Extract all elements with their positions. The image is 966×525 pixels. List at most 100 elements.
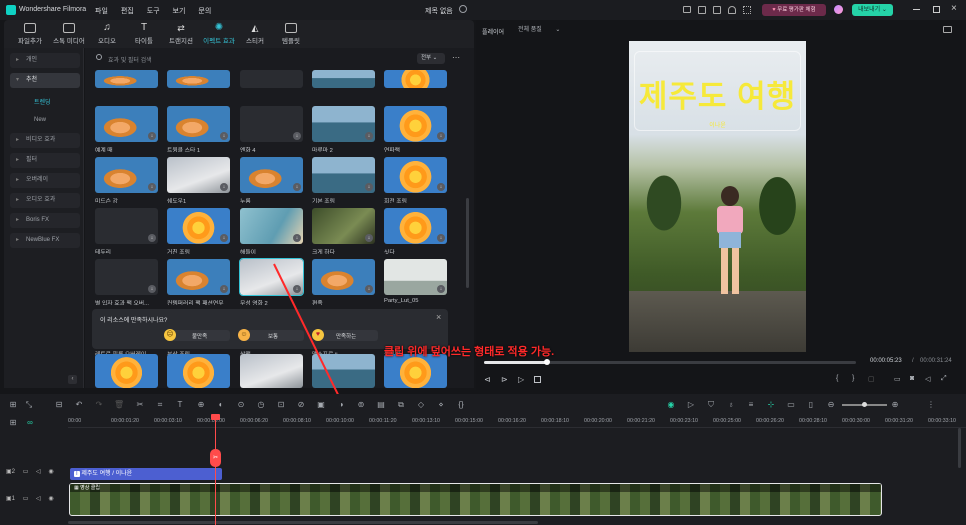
zoom-icon[interactable]: ⊕ xyxy=(196,400,206,410)
download-icon[interactable]: ↓ xyxy=(148,285,156,293)
undo-icon[interactable]: ↶ xyxy=(74,400,84,410)
sidebar-item-boris-fx[interactable]: ▸ Boris FX xyxy=(10,213,80,228)
effect-card[interactable]: ↓ 크게 하다 xyxy=(312,208,375,254)
effect-thumbnail[interactable]: ↓ xyxy=(95,106,158,142)
effect-card[interactable]: ↓ 쉐도우1 xyxy=(167,157,230,203)
zoom-out-icon[interactable]: ⊖ xyxy=(826,400,836,410)
download-icon[interactable]: ↓ xyxy=(293,132,301,140)
crop-icon[interactable]: ⌗ xyxy=(155,400,165,410)
effect-thumbnail[interactable] xyxy=(384,354,447,388)
freeze-icon[interactable]: ⊡ xyxy=(276,400,286,410)
effect-thumbnail[interactable] xyxy=(95,70,158,88)
color-icon[interactable]: ◐ xyxy=(216,400,226,410)
effect-card[interactable]: ↓ 싯다 xyxy=(384,208,447,254)
download-icon[interactable]: ↓ xyxy=(220,285,228,293)
effect-thumbnail[interactable]: ↓ xyxy=(240,106,303,142)
effect-card[interactable]: ↓ 예계 때 xyxy=(95,106,158,152)
effect-thumbnail[interactable]: ↓ xyxy=(167,106,230,142)
effect-card[interactable]: ↓ 연파랙 xyxy=(384,106,447,152)
effect-card[interactable]: ↓ 마루마 2 xyxy=(312,106,375,152)
download-icon[interactable]: ↓ xyxy=(148,132,156,140)
tab-import[interactable]: 파일추가 xyxy=(8,23,52,45)
effect-card[interactable]: ↓ Party_Lut_05 xyxy=(384,259,447,305)
effect-thumbnail[interactable]: ↓ xyxy=(240,157,303,193)
select-tool-icon[interactable]: ⤡ xyxy=(24,400,34,410)
playback-scrubber[interactable] xyxy=(484,359,856,365)
timeline-vscrollbar[interactable] xyxy=(958,428,961,468)
sidebar-item-filters[interactable]: ▸ 필터 xyxy=(10,153,80,168)
quality-dropdown[interactable]: 전체 품질 ⌄ xyxy=(518,25,576,36)
snap-icon[interactable]: ⊹ xyxy=(766,400,776,410)
effect-thumbnail[interactable]: ↓ xyxy=(240,208,303,244)
speaker-icon[interactable]: ◁ xyxy=(36,496,41,502)
effect-thumbnail[interactable]: ↓ xyxy=(384,106,447,142)
effect-thumbnail[interactable] xyxy=(384,70,447,88)
download-icon[interactable]: ↓ xyxy=(220,132,228,140)
effect-thumbnail[interactable]: ↓ xyxy=(167,157,230,193)
effect-thumbnail[interactable]: ↓ xyxy=(312,157,375,193)
download-icon[interactable]: ↓ xyxy=(220,234,228,242)
download-icon[interactable]: ↓ xyxy=(437,132,445,140)
split-scissors-icon[interactable]: ✂ xyxy=(135,400,145,410)
speaker-icon[interactable]: ◁ xyxy=(36,469,41,475)
effect-card[interactable]: ↓ 트윙클 스타 1 xyxy=(167,106,230,152)
effect-card[interactable]: ↓ 회전 조림 xyxy=(384,157,447,203)
effect-card[interactable]: ↓ 컨템퍼러리 팩 패션연무 xyxy=(167,259,230,305)
download-icon[interactable]: ↓ xyxy=(148,234,156,242)
headset-icon[interactable] xyxy=(728,6,736,14)
download-icon[interactable]: ↓ xyxy=(293,234,301,242)
tab-templates[interactable]: 템플릿 xyxy=(269,23,313,45)
effect-thumbnail[interactable]: ↓ xyxy=(312,106,375,142)
monitor-icon[interactable] xyxy=(683,6,691,13)
download-icon[interactable]: ↓ xyxy=(437,285,445,293)
eye-icon[interactable]: ◉ xyxy=(48,469,53,475)
effect-thumbnail[interactable]: ↓ xyxy=(167,259,230,295)
effect-thumbnail[interactable] xyxy=(95,354,158,388)
text-icon[interactable]: T xyxy=(175,400,185,410)
playhead-handle[interactable] xyxy=(211,414,220,420)
eye-icon[interactable]: ◉ xyxy=(48,496,53,502)
green-screen-icon[interactable]: ▣ xyxy=(316,400,326,410)
effect-card[interactable]: ↓ 테두리 xyxy=(95,208,158,254)
video-clip[interactable]: ▦ 영상 클립 xyxy=(69,483,882,516)
zoom-slider[interactable] xyxy=(842,402,887,407)
audio-sync-icon[interactable]: ⧉ xyxy=(396,400,406,410)
microphone-icon[interactable]: ♁ xyxy=(726,400,736,410)
effect-thumbnail[interactable]: ↓ xyxy=(167,208,230,244)
close-button[interactable]: × xyxy=(951,3,957,14)
free-trial-button[interactable]: ♥ 무료 평가판 체험 xyxy=(762,4,826,16)
split-track-icon[interactable]: ⊟ xyxy=(54,400,64,410)
bracket-icon[interactable]: {} xyxy=(456,400,466,410)
snapshot-icon[interactable] xyxy=(943,26,952,33)
effect-thumbnail[interactable] xyxy=(240,70,303,88)
effect-thumbnail[interactable]: ↓ xyxy=(384,157,447,193)
download-icon[interactable]: ↓ xyxy=(437,183,445,191)
sidebar-item-newblue-fx[interactable]: ▸ NewBlue FX xyxy=(10,233,80,248)
stop-icon[interactable] xyxy=(534,376,541,383)
menu-help[interactable]: 문의 xyxy=(198,8,211,15)
close-icon[interactable]: × xyxy=(436,312,441,322)
grid-apps-icon[interactable] xyxy=(743,6,751,14)
render-icon[interactable]: ◉ xyxy=(666,400,676,410)
timeline-settings-icon[interactable]: ⋮ xyxy=(926,400,936,410)
sidebar-item-video-effects[interactable]: ▸ 비디오 효과 xyxy=(10,133,80,148)
download-icon[interactable]: ↓ xyxy=(293,183,301,191)
sidebar-sub-new[interactable]: New xyxy=(34,117,46,123)
volume-icon[interactable]: ◁ xyxy=(925,375,930,383)
export-share-icon[interactable] xyxy=(713,6,721,14)
redo-icon[interactable]: ↷ xyxy=(94,400,104,410)
minimize-button[interactable] xyxy=(913,9,920,10)
download-icon[interactable]: ↓ xyxy=(148,183,156,191)
detach-icon[interactable]: ⊘ xyxy=(296,400,306,410)
effect-card[interactable]: ↓ 해들이 xyxy=(240,208,303,254)
effect-card[interactable]: ↓ 거친 조림 xyxy=(167,208,230,254)
keyframe-icon[interactable]: ◇ xyxy=(416,400,426,410)
playhead-split-marker[interactable]: ✂ xyxy=(210,449,221,467)
sidebar-item-overlays[interactable]: ▸ 오버레이 xyxy=(10,173,80,188)
effect-thumbnail[interactable]: ↓ xyxy=(312,208,375,244)
effect-card[interactable]: ↓ 엔화 4 xyxy=(240,106,303,152)
layout-icon[interactable]: ⊞ xyxy=(8,400,18,410)
zoom-in-icon[interactable]: ⊕ xyxy=(890,400,900,410)
effect-card[interactable]: ↓ 미드슨 강 xyxy=(95,157,158,203)
sidebar-item-recommended[interactable]: ▾ 추천 xyxy=(10,73,80,88)
